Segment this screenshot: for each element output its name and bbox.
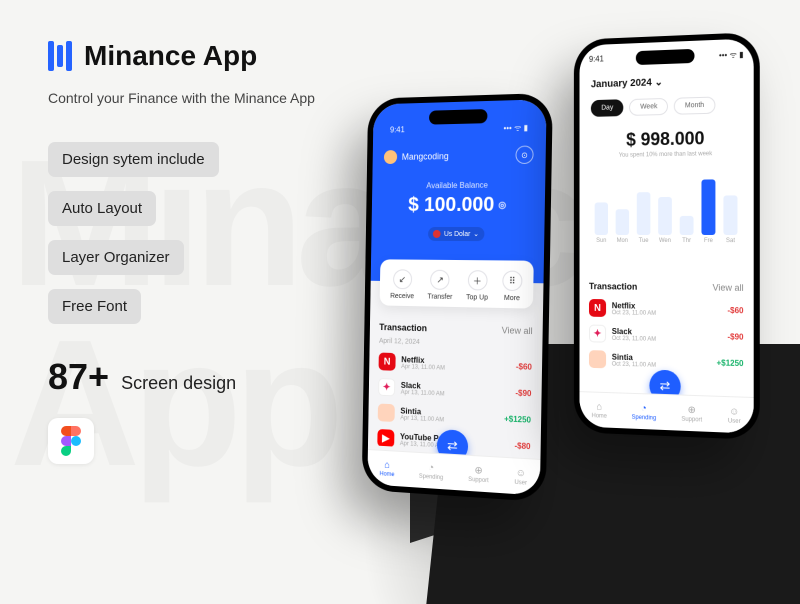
nav-label: Home [379,471,394,478]
nav-user[interactable]: ☺User [514,467,527,486]
feature-chip: Free Font [48,289,141,324]
nav-spending[interactable]: ◔Spending [419,461,444,480]
feature-chip: Design sytem include [48,142,219,177]
figma-icon [60,426,82,456]
user-icon: ☺ [516,467,526,479]
figma-badge [48,418,94,464]
nav-support[interactable]: ⊕Support [468,464,489,483]
brand-name: Minance App [84,40,257,72]
nav-label: Spending [419,473,443,481]
subtitle: Control your Finance with the Minance Ap… [48,90,800,106]
nav-label: User [514,479,527,486]
support-icon: ⊕ [474,465,482,477]
brand-logo [48,41,72,71]
screen-count-label: Screen design [121,373,236,394]
nav-label: Support [468,476,489,483]
screen-count-number: 87+ [48,356,109,398]
feature-chip: Layer Organizer [48,240,184,275]
feature-chip: Auto Layout [48,191,156,226]
